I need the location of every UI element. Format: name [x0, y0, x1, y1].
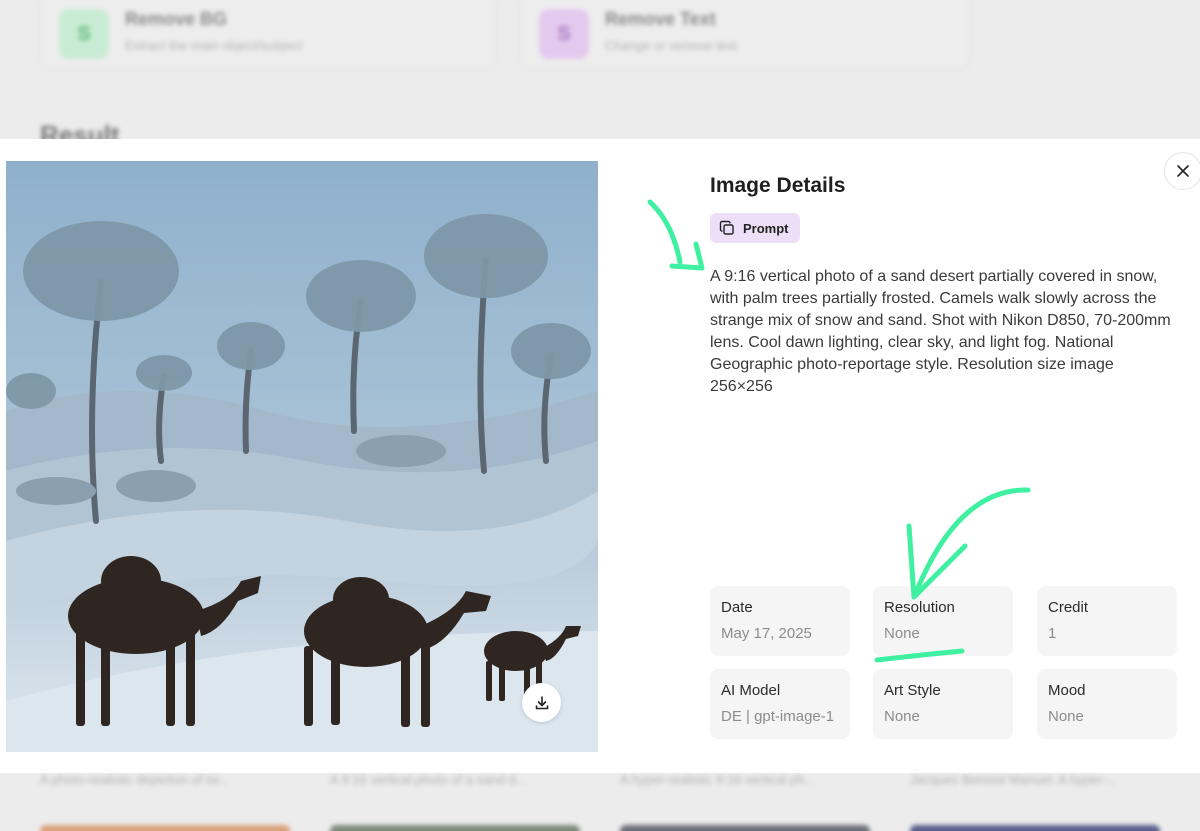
remove-text-icon: S — [539, 9, 589, 59]
close-button[interactable] — [1164, 152, 1200, 190]
prompt-copy-button[interactable]: Prompt — [710, 213, 800, 243]
tool-card-remove-bg[interactable]: S Remove BG Extract the main object/subj… — [40, 0, 496, 70]
modal-title: Image Details — [710, 174, 846, 197]
gallery-caption: A photo-realistic depiction of tw... — [40, 772, 230, 787]
detail-card-date: Date May 17, 2025 — [710, 586, 850, 656]
detail-value: None — [1048, 708, 1084, 725]
gallery-caption: Jacques Benoist Manuel. A hyper-... — [910, 772, 1118, 787]
gallery-thumbnail[interactable] — [910, 825, 1160, 831]
generated-image — [6, 161, 598, 752]
gallery-caption: A hyper-realistic 9:16 vertical ph... — [620, 772, 816, 787]
tool-subtitle: Extract the main object/subject — [125, 38, 303, 53]
remove-bg-icon: S — [59, 9, 109, 59]
detail-card-credit: Credit 1 — [1037, 586, 1177, 656]
gallery-caption: A 9:16 vertical photo of a sand d... — [330, 772, 527, 787]
detail-label: Credit — [1048, 599, 1089, 616]
detail-label: Art Style — [884, 682, 941, 699]
gallery-thumbnail[interactable] — [40, 825, 290, 831]
detail-card-resolution: Resolution None — [873, 586, 1013, 656]
tool-title: Remove Text — [605, 9, 716, 29]
close-icon — [1177, 165, 1189, 177]
prompt-label: Prompt — [743, 220, 789, 236]
detail-label: Resolution — [884, 599, 955, 616]
gallery-thumbnail[interactable] — [330, 825, 580, 831]
detail-value: None — [884, 708, 920, 725]
download-button[interactable] — [522, 683, 561, 722]
detail-card-mood: Mood None — [1037, 669, 1177, 739]
detail-value: 1 — [1048, 625, 1057, 642]
detail-label: Date — [721, 599, 753, 616]
detail-value: DE | gpt-image-1 — [721, 708, 835, 725]
tool-subtitle: Change or remove text — [605, 38, 738, 53]
detail-value: None — [884, 625, 920, 642]
detail-label: AI Model — [721, 682, 781, 699]
gallery-thumbnail[interactable] — [620, 825, 870, 831]
prompt-text: A 9:16 vertical photo of a sand desert p… — [710, 268, 1171, 395]
detail-value: May 17, 2025 — [721, 625, 812, 642]
image-details-modal — [0, 139, 1200, 773]
tool-card-remove-text[interactable]: S Remove Text Change or remove text — [520, 0, 970, 70]
detail-label: Mood — [1048, 682, 1086, 699]
download-icon — [535, 695, 548, 709]
tool-title: Remove BG — [125, 9, 228, 29]
detail-card-ai-model: AI Model DE | gpt-image-1 — [710, 669, 850, 739]
copy-icon — [719, 220, 734, 235]
detail-card-art-style: Art Style None — [873, 669, 1013, 739]
